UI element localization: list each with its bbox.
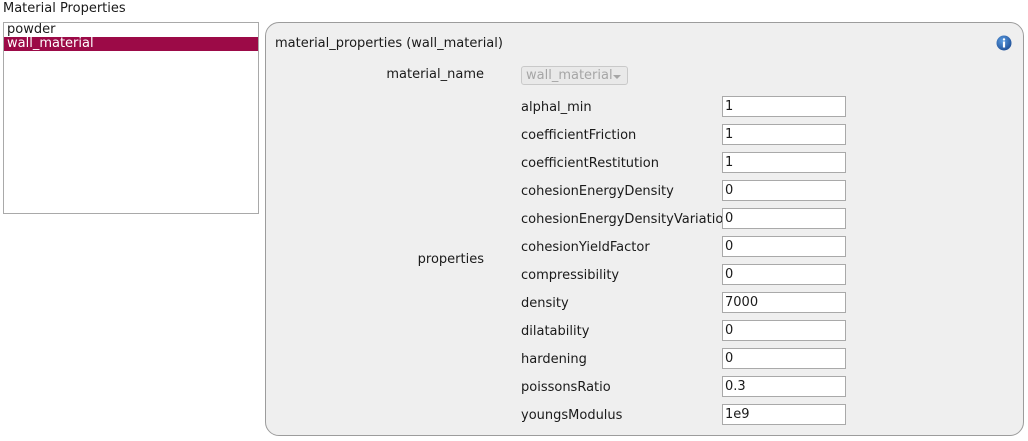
- property-label: cohesionEnergyDensity: [521, 184, 674, 199]
- material-name-combo[interactable]: wall_material: [521, 66, 628, 85]
- property-input[interactable]: [722, 320, 846, 341]
- material-name-label: material_name: [386, 67, 484, 82]
- panel-title: material_properties (wall_material): [275, 36, 503, 51]
- property-label: youngsModulus: [521, 408, 623, 423]
- list-item-powder[interactable]: powder: [4, 23, 258, 37]
- section-title: Material Properties: [3, 1, 126, 16]
- property-input[interactable]: [722, 124, 846, 145]
- property-input[interactable]: [722, 180, 846, 201]
- property-label: cohesionEnergyDensityVariation: [521, 212, 732, 227]
- material-name-value: wall_material: [526, 68, 613, 83]
- property-input[interactable]: [722, 292, 846, 313]
- material-properties-panel: material_properties (wall_material) mate…: [265, 22, 1024, 436]
- property-label: coefficientFriction: [521, 128, 637, 143]
- property-label: density: [521, 296, 569, 311]
- property-label: coefficientRestitution: [521, 156, 659, 171]
- property-input[interactable]: [722, 264, 846, 285]
- property-label: alphal_min: [521, 100, 592, 115]
- property-input[interactable]: [722, 404, 846, 425]
- chevron-down-icon: [613, 75, 621, 79]
- property-label: poissonsRatio: [521, 380, 611, 395]
- property-label: dilatability: [521, 324, 590, 339]
- list-item-wall-material[interactable]: wall_material: [4, 37, 258, 51]
- property-label: compressibility: [521, 268, 620, 283]
- property-input[interactable]: [722, 236, 846, 257]
- material-list[interactable]: powder wall_material: [3, 22, 259, 214]
- property-input[interactable]: [722, 348, 846, 369]
- property-input[interactable]: [722, 208, 846, 229]
- property-input[interactable]: [722, 376, 846, 397]
- properties-label: properties: [417, 252, 484, 267]
- property-input[interactable]: [722, 96, 846, 117]
- info-icon[interactable]: [996, 35, 1012, 51]
- property-input[interactable]: [722, 152, 846, 173]
- property-label: cohesionYieldFactor: [521, 240, 650, 255]
- property-label: hardening: [521, 352, 587, 367]
